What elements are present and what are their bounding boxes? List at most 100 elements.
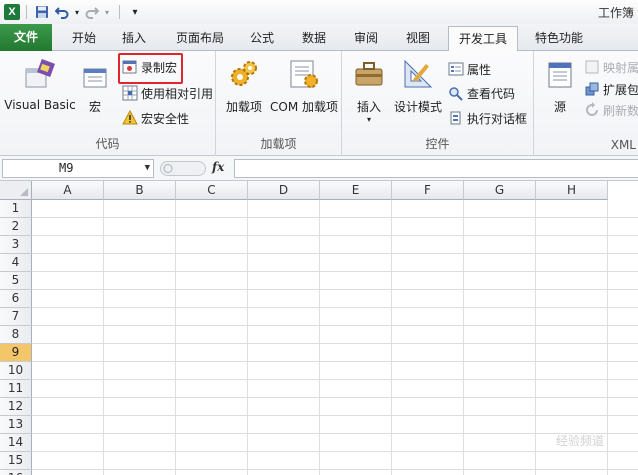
tab-view[interactable]: 视图 [396, 26, 440, 51]
column-header-b[interactable]: B [104, 181, 176, 200]
row-header-8[interactable]: 8 [0, 326, 32, 344]
addins-button[interactable]: 加载项 [222, 57, 266, 115]
chevron-down-icon: ▾ [366, 115, 371, 124]
ribbon-tabs: 文件 开始 插入 页面布局 公式 数据 审阅 视图 开发工具 特色功能 [0, 24, 638, 52]
row-header-14[interactable]: 14 [0, 434, 32, 452]
xml-source-button[interactable]: 源 [542, 57, 578, 115]
refresh-data-label: 刷新数 [603, 103, 638, 118]
map-properties-button[interactable]: 映射属 [584, 57, 638, 77]
expansion-packs-button[interactable]: 扩展包 [584, 79, 638, 99]
gridline [32, 397, 638, 398]
save-button[interactable] [33, 3, 51, 21]
column-header-e[interactable]: E [320, 181, 392, 200]
formula-bar: M9 ▼ fx [0, 156, 638, 181]
row-header-11[interactable]: 11 [0, 380, 32, 398]
save-icon [36, 6, 48, 18]
visual-basic-button[interactable]: Visual Basic [2, 57, 78, 112]
visual-basic-label: Visual Basic [4, 98, 76, 112]
view-code-button[interactable]: 查看代码 [448, 83, 515, 103]
gridline [32, 343, 638, 344]
row-header-13[interactable]: 13 [0, 416, 32, 434]
xml-source-label: 源 [553, 100, 566, 114]
properties-button[interactable]: 属性 [448, 59, 491, 79]
properties-label: 属性 [467, 62, 492, 77]
gridline [32, 307, 638, 308]
chevron-down-icon[interactable]: ▼ [145, 160, 150, 177]
column-header-c[interactable]: C [176, 181, 248, 200]
design-mode-icon [404, 59, 433, 88]
row-header-3[interactable]: 3 [0, 236, 32, 254]
customize-toolbar-button[interactable]: ▾ [126, 3, 144, 21]
row-header-12[interactable]: 12 [0, 398, 32, 416]
warning-icon [122, 110, 138, 125]
refresh-data-button[interactable]: 刷新数 [584, 100, 638, 120]
undo-icon [55, 7, 69, 19]
macro-security-button[interactable]: 宏安全性 [122, 108, 189, 128]
tab-page-layout[interactable]: 页面布局 [168, 26, 232, 51]
map-properties-label: 映射属 [603, 60, 638, 75]
tab-special-features[interactable]: 特色功能 [526, 26, 592, 51]
insert-function-button[interactable]: fx [212, 160, 224, 174]
run-dialog-button[interactable]: 执行对话框 [448, 108, 527, 128]
row-header-9[interactable]: 9 [0, 344, 32, 362]
name-box[interactable]: M9 ▼ [2, 159, 154, 178]
formula-input[interactable] [234, 159, 638, 178]
row-header-4[interactable]: 4 [0, 254, 32, 272]
tab-insert[interactable]: 插入 [112, 26, 156, 51]
group-addins: 加载项 COM 加载项 加载项 [216, 51, 342, 156]
tab-data[interactable]: 数据 [292, 26, 336, 51]
gridline [32, 253, 638, 254]
row-header-15[interactable]: 15 [0, 452, 32, 470]
tab-home[interactable]: 开始 [62, 26, 106, 51]
expansion-packs-label: 扩展包 [603, 82, 638, 97]
group-label-code: 代码 [95, 137, 120, 151]
row-header-2[interactable]: 2 [0, 218, 32, 236]
name-box-value: M9 [59, 161, 74, 175]
tab-formulas[interactable]: 公式 [240, 26, 284, 51]
tab-review[interactable]: 审阅 [344, 26, 388, 51]
macros-icon [83, 68, 107, 88]
row-header-7[interactable]: 7 [0, 308, 32, 326]
undo-button[interactable] [53, 3, 71, 21]
redo-button[interactable] [83, 3, 101, 21]
macro-security-label: 宏安全性 [141, 111, 190, 126]
group-label-addins: 加载项 [260, 137, 297, 151]
row-header-6[interactable]: 6 [0, 290, 32, 308]
row-header-16[interactable]: 16 [0, 470, 32, 475]
view-code-icon [449, 87, 463, 101]
macros-button[interactable]: 宏 [80, 57, 110, 115]
refresh-icon [586, 102, 598, 116]
group-xml: 源 映射属 扩展包 刷新数 XML [534, 51, 638, 156]
tab-file[interactable]: 文件 [0, 24, 52, 51]
watermark: 经验频道 [555, 434, 604, 448]
worksheet-grid[interactable]: ABCDEFGH12345678910111213141516 [0, 181, 638, 475]
row-header-5[interactable]: 5 [0, 272, 32, 290]
toolbox-icon [355, 62, 383, 86]
select-all-corner[interactable] [0, 181, 32, 200]
gridline [32, 271, 638, 272]
com-addins-button[interactable]: COM 加载项 [268, 57, 340, 115]
gridline [32, 433, 638, 434]
column-header-h[interactable]: H [536, 181, 608, 200]
use-relative-references-button[interactable]: 使用相对引用 [122, 83, 213, 103]
relative-references-label: 使用相对引用 [141, 86, 214, 101]
tab-developer[interactable]: 开发工具 [448, 26, 518, 52]
column-header-d[interactable]: D [248, 181, 320, 200]
run-dialog-icon [450, 111, 461, 125]
row-header-10[interactable]: 10 [0, 362, 32, 380]
group-label-xml: XML [610, 138, 636, 152]
column-header-g[interactable]: G [464, 181, 536, 200]
excel-logo-icon: X [4, 4, 20, 20]
row-header-1[interactable]: 1 [0, 200, 32, 218]
record-macro-highlight [118, 53, 183, 84]
column-header-f[interactable]: F [392, 181, 464, 200]
redo-dropdown[interactable]: ▾ [103, 3, 111, 21]
com-addins-icon [290, 60, 318, 88]
group-label-controls: 控件 [425, 137, 450, 151]
undo-dropdown[interactable]: ▾ [73, 3, 81, 21]
column-header-a[interactable]: A [32, 181, 104, 200]
gridline [32, 469, 638, 470]
design-mode-button[interactable]: 设计模式 [392, 57, 444, 115]
formula-bar-grip-icon[interactable] [160, 161, 206, 176]
insert-control-button[interactable]: 插入 ▾ [346, 57, 392, 124]
